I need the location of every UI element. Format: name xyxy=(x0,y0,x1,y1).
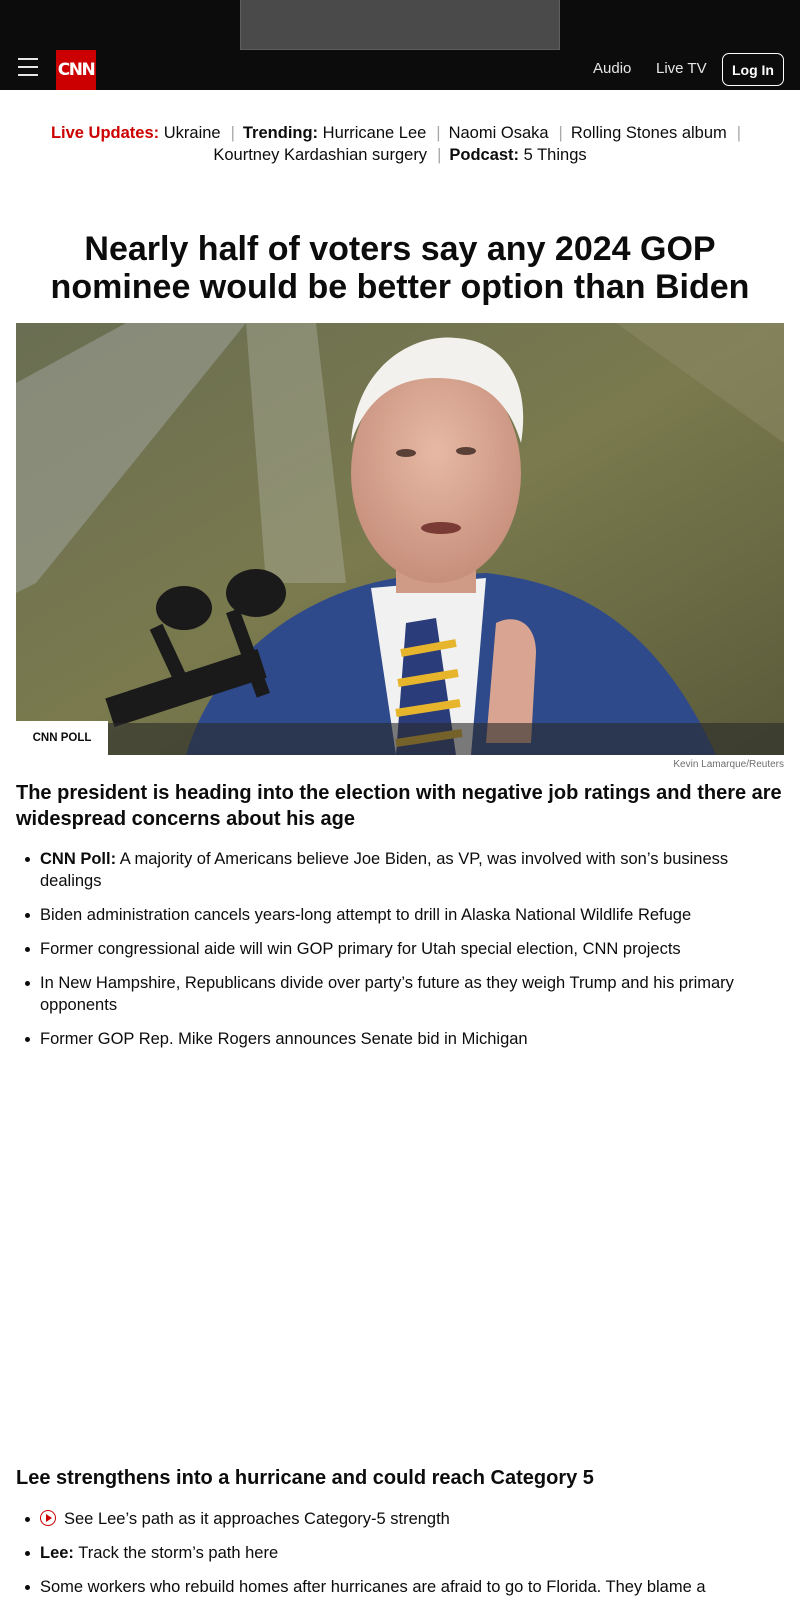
list-item-label: Lee: xyxy=(40,1544,74,1562)
lead-photo-illustration xyxy=(16,323,784,755)
list-item[interactable]: Former congressional aide will win GOP p… xyxy=(16,938,786,960)
separator: | xyxy=(736,124,742,142)
live-updates-link[interactable]: Ukraine xyxy=(164,124,221,142)
list-item-text: See Lee’s path as it approaches Category… xyxy=(64,1510,450,1528)
second-headline[interactable]: Lee strengthens into a hurricane and cou… xyxy=(16,1465,786,1491)
list-item[interactable]: Some workers who rebuild homes after hur… xyxy=(16,1576,786,1598)
separator: | xyxy=(437,146,442,164)
list-item[interactable]: See Lee’s path as it approaches Category… xyxy=(16,1508,786,1530)
lead-related-list: CNN Poll: A majority of Americans believ… xyxy=(16,848,786,1062)
list-item-text: A majority of Americans believe Joe Bide… xyxy=(40,850,729,890)
list-item[interactable]: In New Hampshire, Republicans divide ove… xyxy=(16,972,786,1016)
lead-subheadline[interactable]: The president is heading into the electi… xyxy=(16,780,786,832)
separator: | xyxy=(230,124,235,142)
list-item[interactable]: Former GOP Rep. Mike Rogers announces Se… xyxy=(16,1028,786,1050)
top-navigation-bar: CNN Audio Live TV Log In xyxy=(0,0,800,90)
lead-image[interactable]: CNN POLL xyxy=(16,323,784,755)
lead-headline[interactable]: Nearly half of voters say any 2024 GOP n… xyxy=(16,230,784,306)
list-item[interactable]: CNN Poll: A majority of Americans believ… xyxy=(16,848,786,892)
list-item-text: In New Hampshire, Republicans divide ove… xyxy=(40,974,734,1014)
trending-link-kourtney-kardashian[interactable]: Kourtney Kardashian surgery xyxy=(213,146,427,164)
trending-link-naomi-osaka[interactable]: Naomi Osaka xyxy=(449,124,549,142)
video-play-icon xyxy=(40,1510,56,1526)
trending-bar: Live Updates: Ukraine | Trending: Hurrican… xyxy=(20,122,780,166)
nav-audio-link[interactable]: Audio xyxy=(593,60,631,77)
logo-text: CNN xyxy=(57,60,96,80)
nav-live-tv-link[interactable]: Live TV xyxy=(656,60,707,77)
list-item-label: CNN Poll: xyxy=(40,850,117,868)
podcast-link[interactable]: 5 Things xyxy=(524,146,587,164)
trending-link-hurricane-lee[interactable]: Hurricane Lee xyxy=(323,124,427,142)
list-item-text: Track the storm’s path here xyxy=(78,1544,279,1562)
list-item-text: Former GOP Rep. Mike Rogers announces Se… xyxy=(40,1030,528,1048)
cnn-logo[interactable]: CNN xyxy=(56,50,96,90)
list-item[interactable]: Biden administration cancels years-long … xyxy=(16,904,786,926)
list-item-text: Biden administration cancels years-long … xyxy=(40,906,692,924)
podcast-label: Podcast: xyxy=(449,146,520,164)
separator: | xyxy=(558,124,563,142)
second-related-list: See Lee’s path as it approaches Category… xyxy=(16,1508,786,1600)
trending-label: Trending: xyxy=(242,124,319,142)
login-button[interactable]: Log In xyxy=(722,53,784,86)
menu-icon[interactable] xyxy=(18,58,38,76)
trending-link-rolling-stones[interactable]: Rolling Stones album xyxy=(571,124,727,142)
live-updates-label: Live Updates: xyxy=(50,124,160,142)
list-item-text: Some workers who rebuild homes after hur… xyxy=(40,1578,706,1596)
cnn-poll-badge: CNN POLL xyxy=(16,721,108,755)
list-item[interactable]: Lee: Track the storm’s path here xyxy=(16,1542,786,1564)
ad-slot[interactable] xyxy=(240,0,560,50)
separator: | xyxy=(436,124,441,142)
image-credit: Kevin Lamarque/Reuters xyxy=(673,759,784,770)
list-item-text: Former congressional aide will win GOP p… xyxy=(40,940,681,958)
